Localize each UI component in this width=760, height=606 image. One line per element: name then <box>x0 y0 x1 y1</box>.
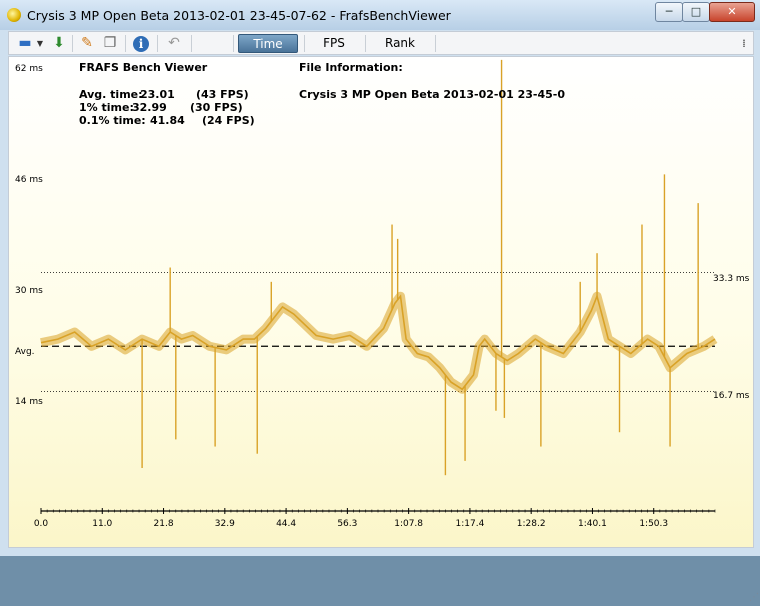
resize-grip-icon[interactable]: ⋰ <box>749 592 760 606</box>
toolbar-separator <box>435 35 436 52</box>
toolbar-separator <box>233 35 234 52</box>
maximize-button[interactable]: □ <box>682 2 710 22</box>
palette-icon[interactable]: ✎ <box>78 35 96 52</box>
x-tick-label: 1:40.1 <box>578 519 607 529</box>
avg-time-label: Avg. time: <box>79 88 143 101</box>
open-folder-icon[interactable]: ▬ <box>15 35 35 52</box>
avg-time-value: 23.01 <box>140 88 175 101</box>
app-heading: FRAFS Bench Viewer <box>79 61 208 74</box>
tab-rank[interactable]: Rank <box>369 34 431 53</box>
x-tick-label: 32.9 <box>215 519 235 529</box>
minimize-button[interactable]: ─ <box>655 2 683 22</box>
window-title: Crysis 3 MP Open Beta 2013-02-01 23-45-0… <box>27 8 451 23</box>
x-tick-label: 11.0 <box>92 519 112 529</box>
p1-time-value: 32.99 <box>132 101 167 114</box>
x-tick-label: 56.3 <box>337 519 357 529</box>
x-tick-label: 1:07.8 <box>394 519 423 529</box>
x-tick-label: 44.4 <box>276 519 296 529</box>
p1-time-label: 1% time: <box>79 101 134 114</box>
tab-fps[interactable]: FPS <box>308 34 360 53</box>
reference-line-label: 16.7 ms <box>713 391 750 401</box>
p01-fps-value: (24 FPS) <box>202 114 255 127</box>
save-icon[interactable]: ⬇ <box>50 35 68 52</box>
x-tick-label: 1:50.3 <box>639 519 668 529</box>
toolbar-separator <box>72 35 73 52</box>
reference-line-label: 33.3 ms <box>713 274 750 284</box>
file-info-value: Crysis 3 MP Open Beta 2013-02-01 23-45-0 <box>299 88 565 101</box>
close-button[interactable]: ✕ <box>709 2 755 22</box>
frametime-chart: 0.0 11.0 21.8 32.9 44.4 56.3 1:07.8 1:17.4 1:28.… <box>15 59 750 529</box>
y-tick-label: 62 ms <box>15 64 43 74</box>
p1-fps-value: (30 FPS) <box>190 101 243 114</box>
x-tick-label: 21.8 <box>154 519 174 529</box>
y-tick-label: Avg. <box>15 347 35 357</box>
x-tick-label: 1:17.4 <box>456 519 485 529</box>
copy-icon[interactable]: ❐ <box>101 35 119 52</box>
title-bar[interactable]: Crysis 3 MP Open Beta 2013-02-01 23-45-0… <box>0 0 760 30</box>
undo-icon[interactable]: ↶ <box>165 35 183 52</box>
tab-time[interactable]: Time <box>238 34 298 53</box>
p01-time-label: 0.1% time: <box>79 114 146 127</box>
p01-time-value: 41.84 <box>150 114 185 127</box>
toolbar-separator <box>157 35 158 52</box>
toolbar-separator <box>125 35 126 52</box>
file-info-heading: File Information: <box>299 61 403 74</box>
y-tick-label: 30 ms <box>15 286 43 296</box>
app-logo-icon <box>7 8 21 22</box>
more-icon[interactable]: ⁞ <box>737 35 751 52</box>
app-window: Crysis 3 MP Open Beta 2013-02-01 23-45-0… <box>0 0 760 603</box>
y-tick-label: 14 ms <box>15 397 43 407</box>
chart-area: 0.0 11.0 21.8 32.9 44.4 56.3 1:07.8 1:17.4 1:28.… <box>8 56 759 603</box>
toolbar-separator <box>365 35 366 52</box>
x-tick-label: 0.0 <box>34 519 49 529</box>
toolbar-separator <box>304 35 305 52</box>
info-icon[interactable]: i <box>133 36 149 52</box>
x-tick-label: 1:28.2 <box>517 519 546 529</box>
y-tick-label: 46 ms <box>15 175 43 185</box>
toolbar-separator <box>191 35 192 52</box>
avg-fps-value: (43 FPS) <box>196 88 249 101</box>
toolbar: ▬ ▼ ⬇ ✎ ❐ i ↶ Time FPS Rank ⁞ <box>8 31 754 55</box>
dropdown-arrow-icon[interactable]: ▼ <box>36 35 44 52</box>
